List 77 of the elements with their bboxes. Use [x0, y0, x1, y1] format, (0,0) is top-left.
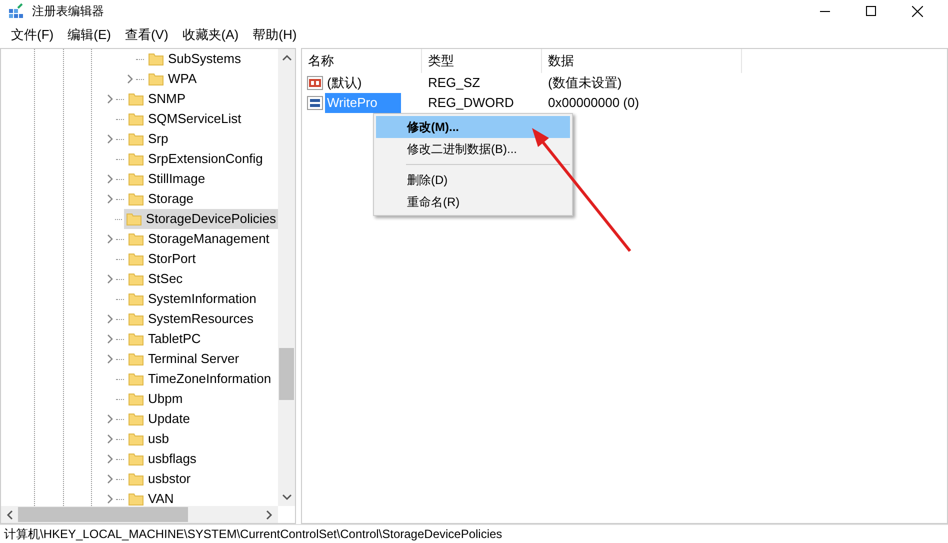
binary-value-icon — [307, 95, 323, 111]
folder-icon — [128, 331, 144, 347]
value-data: 0x00000000 (0) — [547, 94, 640, 112]
folder-icon — [128, 271, 144, 287]
tree-item[interactable]: WPA — [146, 69, 199, 89]
scrollbar-thumb[interactable] — [279, 348, 294, 400]
value-name[interactable]: (默认) — [325, 73, 364, 93]
tree-item[interactable]: SystemInformation — [126, 289, 258, 309]
string-value-icon — [307, 75, 323, 91]
menu-item[interactable]: 帮助(H) — [246, 25, 304, 45]
folder-icon — [128, 251, 144, 267]
close-icon — [912, 6, 922, 16]
tree-item[interactable]: VAN — [126, 489, 176, 506]
registry-app-icon — [8, 3, 24, 19]
tree-item[interactable]: SubSystems — [146, 49, 243, 69]
expand-chevron-icon[interactable] — [106, 134, 114, 144]
folder-icon — [128, 471, 144, 487]
folder-icon — [128, 111, 144, 127]
folder-icon — [128, 451, 144, 467]
folder-icon — [128, 151, 144, 167]
folder-icon — [128, 371, 144, 387]
folder-icon — [128, 131, 144, 147]
tree-item[interactable]: StorPort — [126, 249, 198, 269]
tree-item[interactable]: SQMServiceList — [126, 109, 244, 129]
context-menu-item[interactable]: 修改二进制数据(B)... — [376, 138, 570, 160]
folder-icon — [128, 231, 144, 247]
menu-item[interactable]: 收藏夹(A) — [175, 25, 246, 45]
vertical-scrollbar[interactable] — [278, 49, 295, 506]
folder-icon — [148, 71, 164, 87]
tree-item[interactable]: SrpExtensionConfig — [126, 149, 265, 169]
value-type: REG_SZ — [427, 74, 482, 92]
expand-chevron-icon[interactable] — [106, 274, 114, 284]
folder-icon — [128, 291, 144, 307]
folder-icon — [126, 211, 142, 227]
folder-icon — [128, 311, 144, 327]
value-type: REG_DWORD — [427, 94, 515, 112]
folder-icon — [128, 351, 144, 367]
folder-icon — [128, 91, 144, 107]
tree-item[interactable]: usbstor — [126, 469, 193, 489]
tree-item[interactable]: Storage — [126, 189, 196, 209]
tree-item[interactable]: StillImage — [126, 169, 208, 189]
context-menu-item[interactable]: 重命名(R) — [376, 191, 570, 213]
expand-chevron-icon[interactable] — [106, 94, 114, 104]
expand-chevron-icon[interactable] — [126, 74, 134, 84]
tree-item[interactable]: StSec — [126, 269, 185, 289]
tree-item[interactable]: usbflags — [126, 449, 198, 469]
menu-item[interactable]: 文件(F) — [4, 25, 61, 45]
tree-item[interactable]: Terminal Server — [126, 349, 242, 369]
folder-icon — [148, 51, 164, 67]
menu-item[interactable]: 编辑(E) — [60, 25, 118, 45]
tree-item[interactable]: SystemResources — [126, 309, 256, 329]
tree-item[interactable]: TimeZoneInformation — [126, 369, 274, 389]
tree-item[interactable]: Srp — [126, 129, 170, 149]
tree-item[interactable]: Update — [126, 409, 192, 429]
tree-item[interactable]: StorageManagement — [126, 229, 272, 249]
tree-item[interactable]: Ubpm — [126, 389, 185, 409]
key-path: 计算机\HKEY_LOCAL_MACHINE\SYSTEM\CurrentControlSet\Control\StorageDevicePolicies — [4, 526, 502, 543]
tree-item[interactable]: SNMP — [126, 89, 188, 109]
folder-icon — [128, 191, 144, 207]
column-header[interactable]: 名称 — [302, 49, 422, 73]
tree-item[interactable]: usb — [126, 429, 171, 449]
value-data: (数值未设置) — [547, 74, 622, 92]
column-header[interactable]: 类型 — [422, 49, 542, 73]
column-header[interactable]: 数据 — [542, 49, 742, 73]
folder-icon — [128, 411, 144, 427]
folder-icon — [128, 431, 144, 447]
window-title: 注册表编辑器 — [32, 3, 104, 20]
menu-item[interactable]: 查看(V) — [118, 25, 176, 45]
context-menu-item[interactable]: 删除(D) — [376, 169, 570, 191]
tree-item[interactable]: TabletPC — [126, 329, 203, 349]
expand-chevron-icon[interactable] — [106, 234, 114, 244]
tree-item[interactable]: StorageDevicePolicies — [124, 209, 278, 229]
horizontal-scrollbar[interactable] — [1, 506, 278, 523]
context-menu-item[interactable]: 修改(M)... — [376, 116, 570, 138]
scrollbar-thumb[interactable] — [18, 507, 188, 522]
folder-icon — [128, 391, 144, 407]
folder-icon — [128, 171, 144, 187]
